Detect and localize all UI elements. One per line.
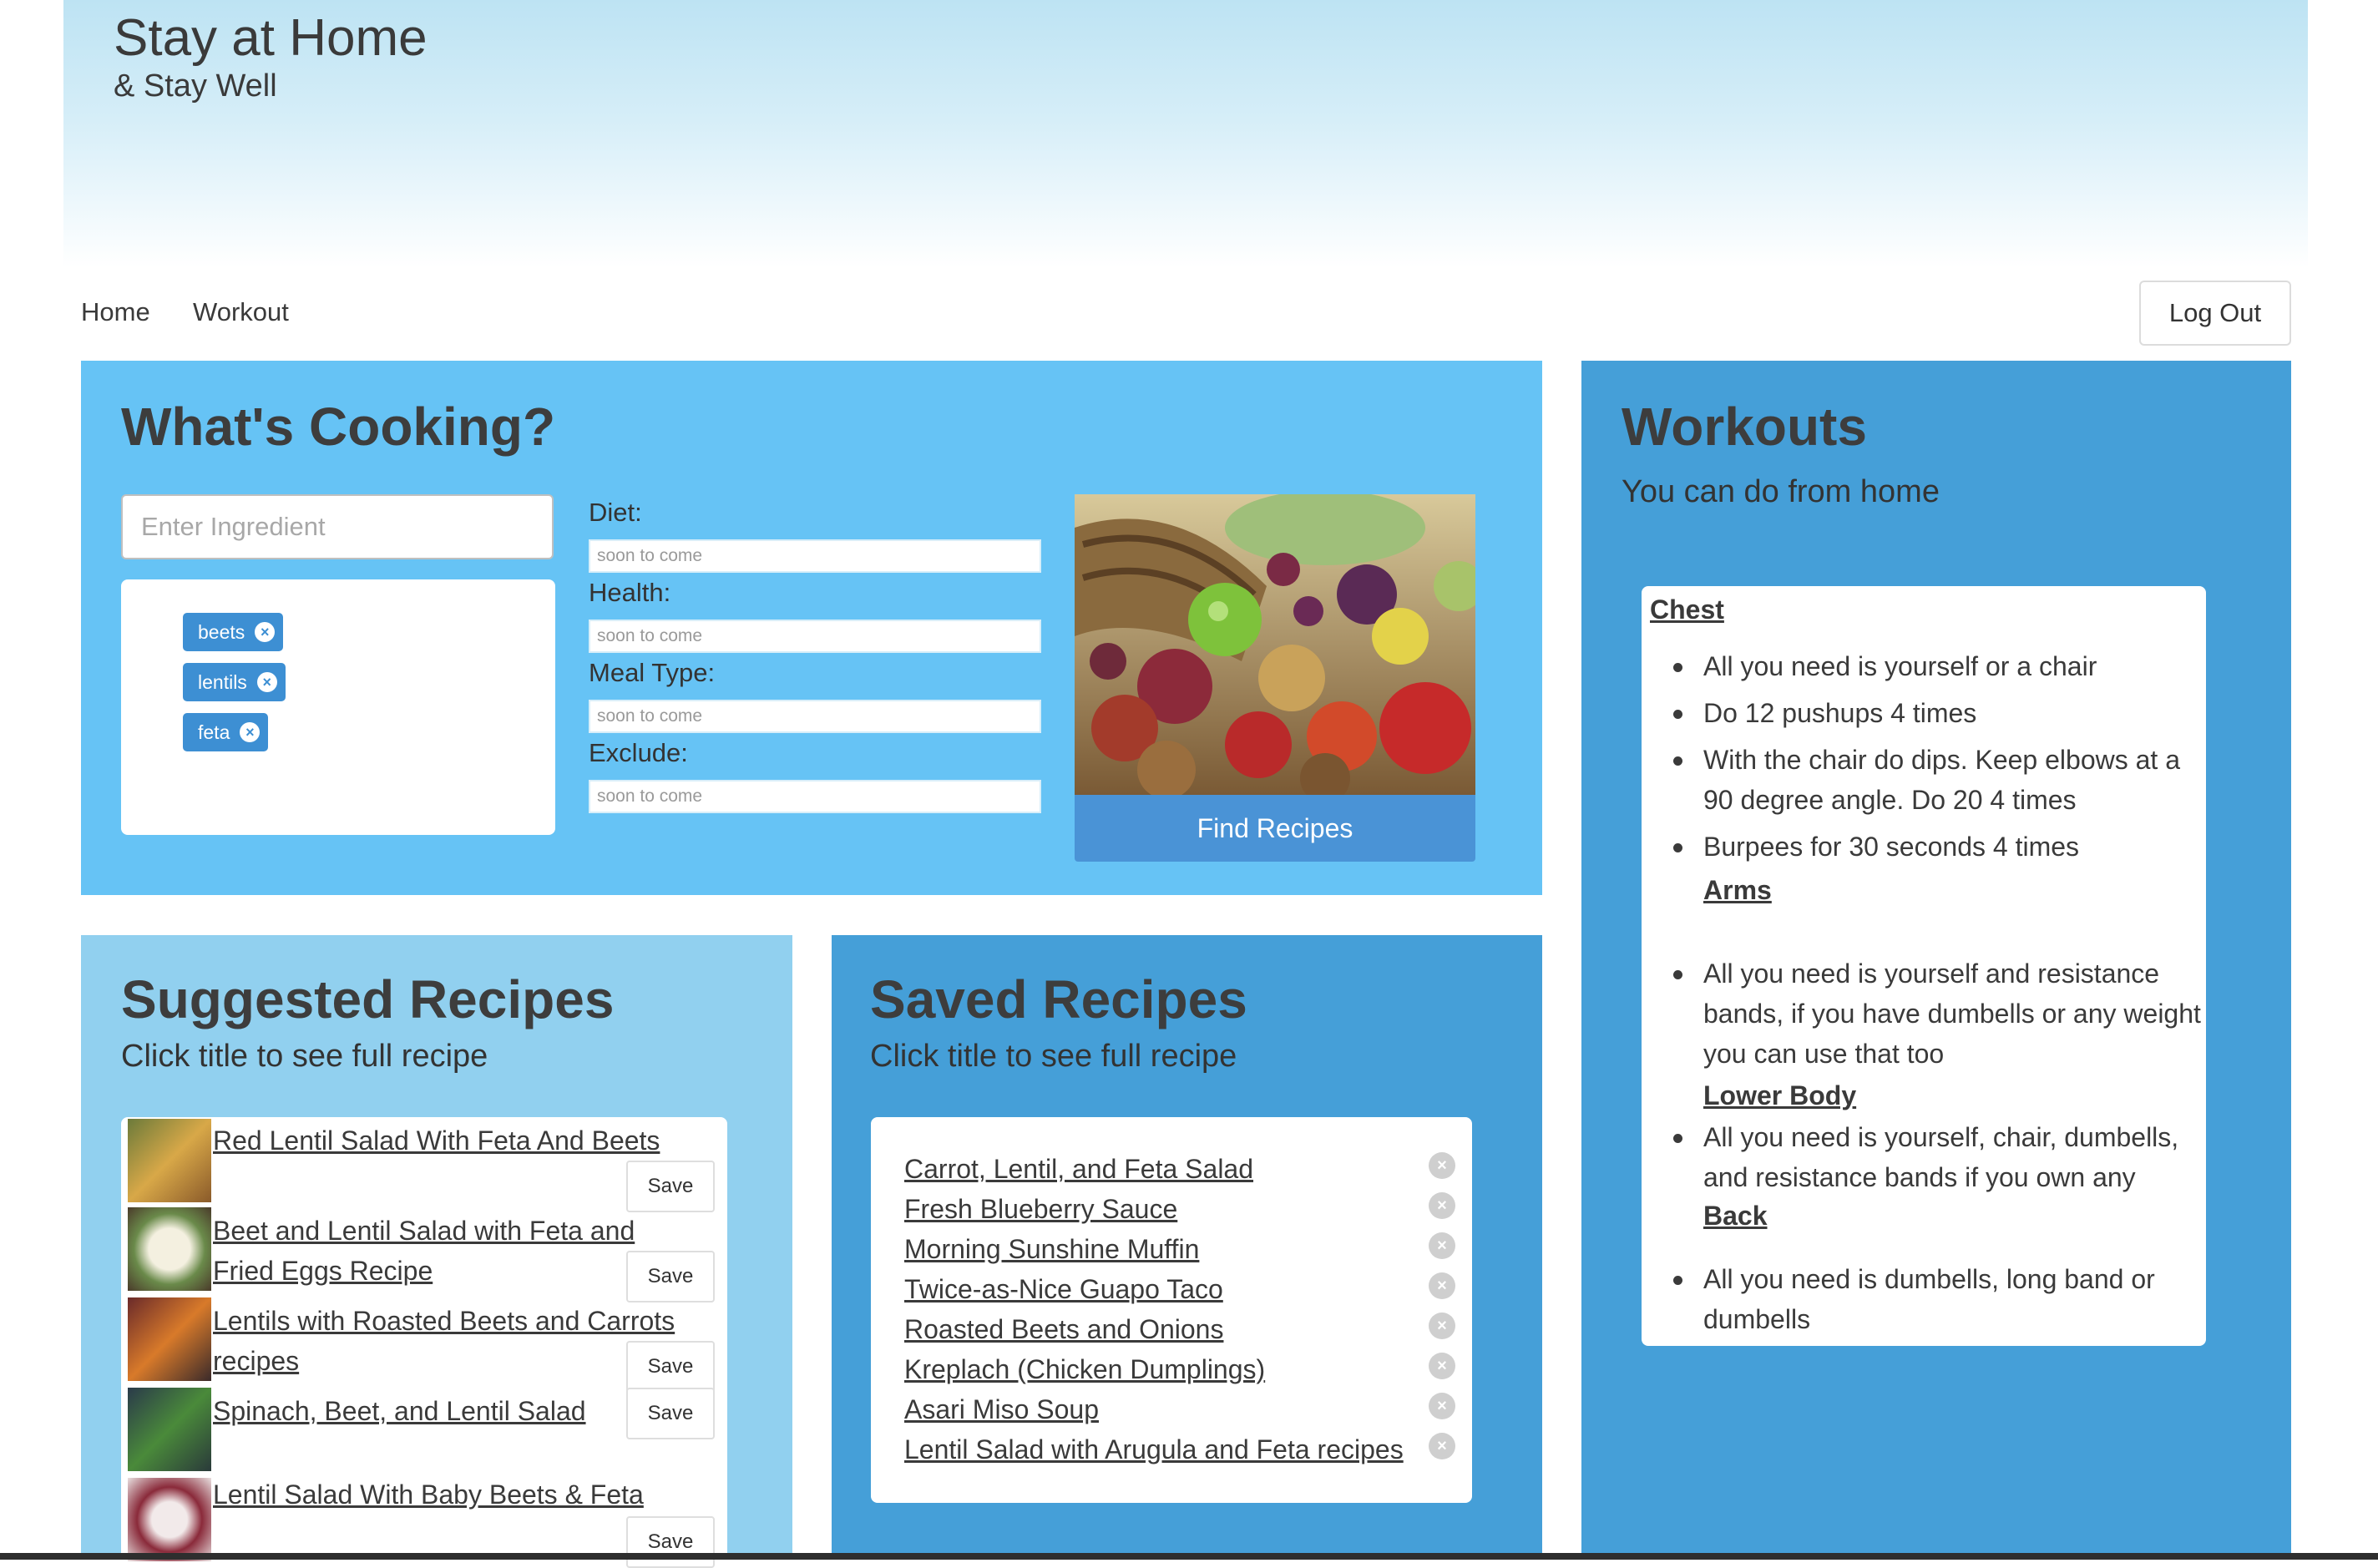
nav-home[interactable]: Home bbox=[81, 297, 150, 327]
tag-label: feta bbox=[198, 721, 230, 743]
recipe-title-link[interactable]: Beet and Lentil Salad with Feta and Frie… bbox=[213, 1211, 681, 1291]
recipe-thumbnail bbox=[128, 1119, 211, 1202]
tag-label: lentils bbox=[198, 670, 247, 693]
logout-button[interactable]: Log Out bbox=[2139, 281, 2291, 346]
saved-recipe-link[interactable]: Roasted Beets and Onions bbox=[904, 1314, 1223, 1345]
recipe-thumbnail bbox=[128, 1207, 211, 1291]
bullet bbox=[1673, 663, 1682, 672]
cooking-title: What's Cooking? bbox=[121, 397, 556, 457]
nav-workout[interactable]: Workout bbox=[193, 297, 289, 327]
saved-recipe-link[interactable]: Fresh Blueberry Sauce bbox=[904, 1194, 1177, 1225]
recipe-title-link[interactable]: Red Lentil Salad With Feta And Beets bbox=[213, 1120, 681, 1161]
workout-item: Do 12 pushups 4 times bbox=[1703, 698, 1977, 728]
workout-card-continued: All you need is yourself and resistance … bbox=[1642, 937, 2206, 1262]
workout-item: All you need is yourself or a chair bbox=[1703, 651, 2097, 681]
recipe-title-link[interactable]: Lentil Salad With Baby Beets & Feta bbox=[213, 1474, 681, 1515]
suggested-list: Red Lentil Salad With Feta And Beets Sav… bbox=[121, 1117, 727, 1568]
ingredient-tag: feta × bbox=[183, 713, 269, 751]
close-circle-icon[interactable]: × bbox=[255, 622, 276, 642]
saved-list: Carrot, Lentil, and Feta Salad × Fresh B… bbox=[871, 1117, 1472, 1503]
saved-recipe-link[interactable]: Lentil Salad with Arugula and Feta recip… bbox=[904, 1434, 1404, 1465]
save-button[interactable]: Save bbox=[626, 1341, 715, 1393]
bullet bbox=[1673, 970, 1682, 979]
close-circle-icon[interactable]: × bbox=[1429, 1152, 1455, 1179]
saved-recipe-link[interactable]: Kreplach (Chicken Dumplings) bbox=[904, 1354, 1265, 1385]
close-circle-icon[interactable]: × bbox=[1429, 1433, 1455, 1459]
exclude-label: Exclude: bbox=[589, 738, 688, 767]
recipe-thumbnail bbox=[128, 1478, 211, 1561]
meal-type-field[interactable] bbox=[589, 700, 1041, 733]
cornucopia-image bbox=[1075, 494, 1475, 795]
saved-subtitle: Click title to see full recipe bbox=[870, 1039, 1237, 1074]
workout-heading-arms: Arms bbox=[1703, 875, 1772, 905]
close-circle-icon[interactable]: × bbox=[1429, 1393, 1455, 1419]
save-button[interactable]: Save bbox=[626, 1251, 715, 1302]
workout-item: All you need is yourself, chair, dumbell… bbox=[1703, 1122, 2179, 1192]
workout-item: All you need is yourself and resistance … bbox=[1703, 959, 2201, 1069]
ingredient-tag: lentils × bbox=[183, 663, 286, 701]
site-title: Stay at Home bbox=[114, 9, 428, 67]
suggested-title: Suggested Recipes bbox=[121, 969, 615, 1029]
saved-recipe-link[interactable]: Twice-as-Nice Guapo Taco bbox=[904, 1274, 1223, 1305]
find-recipes-button[interactable]: Find Recipes bbox=[1075, 795, 1475, 862]
diet-label: Diet: bbox=[589, 498, 642, 527]
recipe-title-link[interactable]: Lentils with Roasted Beets and Carrots r… bbox=[213, 1301, 681, 1381]
tag-label: beets bbox=[198, 620, 245, 643]
health-label: Health: bbox=[589, 578, 671, 607]
workout-item: Burpees for 30 seconds 4 times bbox=[1703, 832, 2080, 862]
window-bottom-edge bbox=[0, 1553, 2378, 1560]
workout-heading-back: Back bbox=[1703, 1201, 1768, 1231]
workout-item: With the chair do dips. Keep elbows at a… bbox=[1703, 745, 2180, 815]
close-circle-icon[interactable]: × bbox=[1429, 1272, 1455, 1299]
suggested-recipes-panel: Suggested Recipes Click title to see ful… bbox=[81, 935, 792, 1568]
saved-title: Saved Recipes bbox=[870, 969, 1247, 1029]
close-circle-icon[interactable]: × bbox=[1429, 1313, 1455, 1339]
bullet bbox=[1673, 1134, 1682, 1143]
bullet bbox=[1673, 843, 1682, 852]
recipe-thumbnail bbox=[128, 1297, 211, 1381]
diet-field[interactable] bbox=[589, 539, 1041, 573]
save-button[interactable]: Save bbox=[626, 1388, 715, 1439]
bullet bbox=[1673, 710, 1682, 719]
ingredient-input[interactable] bbox=[121, 494, 554, 559]
workout-heading-chest: Chest bbox=[1650, 594, 1724, 625]
recipe-title-link[interactable]: Spinach, Beet, and Lentil Salad bbox=[213, 1391, 681, 1431]
workout-heading-lower-body: Lower Body bbox=[1703, 1080, 1857, 1110]
meal-type-label: Meal Type: bbox=[589, 658, 716, 687]
saved-recipe-link[interactable]: Carrot, Lentil, and Feta Salad bbox=[904, 1154, 1253, 1185]
exclude-field[interactable] bbox=[589, 780, 1041, 813]
saved-recipes-panel: Saved Recipes Click title to see full re… bbox=[832, 935, 1542, 1560]
close-circle-icon[interactable]: × bbox=[240, 722, 261, 742]
whats-cooking-panel: What's Cooking? beets × lentils × feta ×… bbox=[81, 361, 1542, 895]
close-circle-icon[interactable]: × bbox=[1429, 1232, 1455, 1259]
bullet bbox=[1673, 1276, 1682, 1285]
recipe-thumbnail bbox=[128, 1388, 211, 1471]
site-subtitle: & Stay Well bbox=[114, 68, 277, 104]
save-button[interactable]: Save bbox=[626, 1516, 715, 1568]
health-field[interactable] bbox=[589, 620, 1041, 653]
ingredient-tag: beets × bbox=[183, 613, 284, 651]
close-circle-icon[interactable]: × bbox=[256, 672, 277, 692]
saved-recipe-link[interactable]: Asari Miso Soup bbox=[904, 1394, 1099, 1425]
workouts-panel: Workouts You can do from home Chest All … bbox=[1581, 361, 2291, 1560]
close-circle-icon[interactable]: × bbox=[1429, 1353, 1455, 1379]
saved-recipe-link[interactable]: Morning Sunshine Muffin bbox=[904, 1234, 1199, 1265]
workout-card-end: All you need is dumbells, long band or d… bbox=[1642, 1246, 2206, 1346]
site-header: Stay at Home & Stay Well bbox=[63, 0, 2308, 267]
save-button[interactable]: Save bbox=[626, 1161, 715, 1212]
bullet bbox=[1673, 756, 1682, 766]
workout-card: Chest All you need is yourself or a chai… bbox=[1642, 586, 2206, 960]
workouts-title: Workouts bbox=[1622, 397, 1867, 457]
workout-item: All you need is dumbells, long band or d… bbox=[1703, 1264, 2155, 1334]
close-circle-icon[interactable]: × bbox=[1429, 1192, 1455, 1219]
ingredient-tag-list: beets × lentils × feta × bbox=[121, 579, 555, 835]
workouts-subtitle: You can do from home bbox=[1622, 474, 1940, 509]
suggested-subtitle: Click title to see full recipe bbox=[121, 1039, 488, 1074]
